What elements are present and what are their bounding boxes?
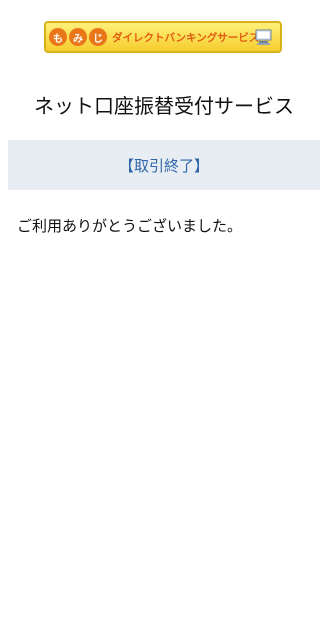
banner-text: ダイレクトバンキングサービス [112, 31, 260, 44]
banner-badge-mi: み [69, 28, 87, 46]
service-banner: も み じ ダイレクトバンキングサービス [44, 21, 282, 53]
transaction-status: 【取引終了】 [118, 156, 209, 175]
thank-you-message: ご利用ありがとうございました。 [17, 217, 243, 235]
banner-badge-mo: も [49, 28, 67, 46]
computer-icon [255, 29, 272, 45]
banner-badge-ji: じ [89, 28, 107, 46]
status-band: 【取引終了】 [8, 140, 320, 190]
page-title: ネット口座振替受付サービス [34, 94, 294, 118]
